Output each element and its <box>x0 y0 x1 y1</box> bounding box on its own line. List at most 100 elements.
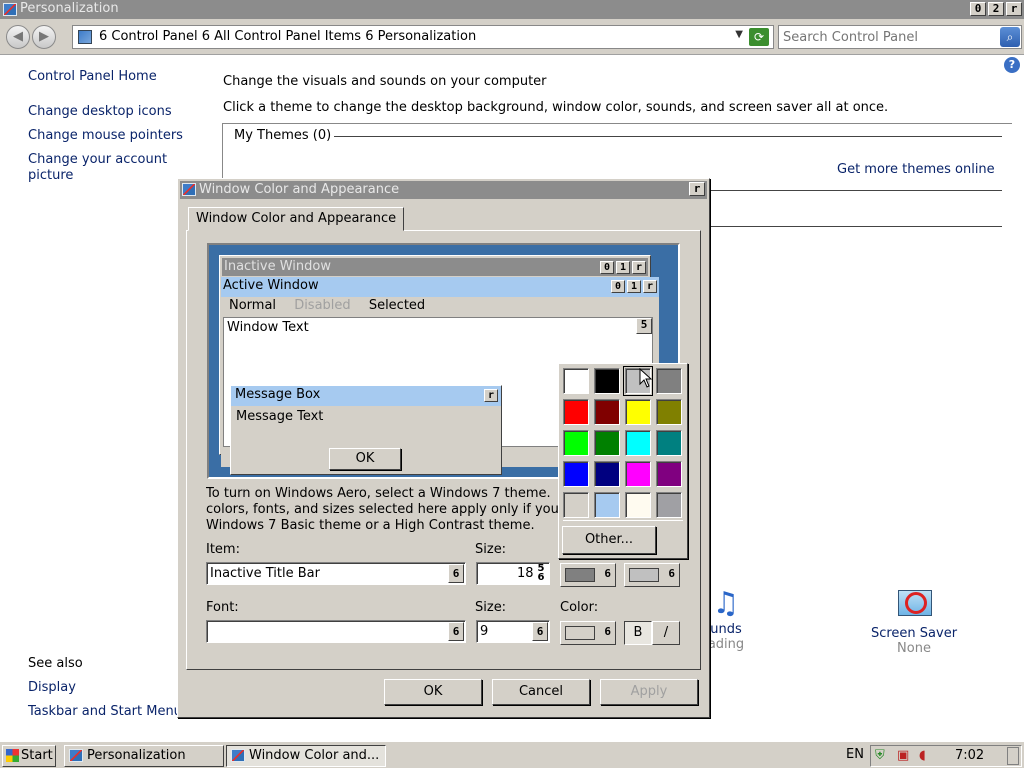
font-color-swatch <box>565 626 595 640</box>
color-swatch[interactable] <box>563 399 589 425</box>
preview-message-box[interactable]: Message Box r Message Text OK <box>230 385 502 475</box>
back-button[interactable]: ◀ <box>6 25 30 49</box>
color-swatch[interactable] <box>656 399 682 425</box>
font-size-select[interactable]: 9 6 <box>476 620 550 643</box>
get-more-themes-link[interactable]: Get more themes online <box>837 162 995 177</box>
preview-menu-disabled[interactable]: Disabled <box>294 298 350 313</box>
color-swatch[interactable] <box>625 492 651 518</box>
color1-button[interactable]: 6 <box>560 563 616 587</box>
my-themes-header: My Themes (0) <box>234 128 338 143</box>
clock[interactable]: 7:02 <box>955 748 984 763</box>
windows-logo-icon <box>6 749 19 762</box>
item-dropdown-icon[interactable]: 6 <box>448 564 464 583</box>
item-size-spinner[interactable]: 18 56 <box>476 562 550 585</box>
color-swatch[interactable] <box>563 430 589 456</box>
taskbar-item-window-color[interactable]: Window Color and... <box>226 745 386 767</box>
preview-inactive-title[interactable]: Inactive Window 0 1 r <box>222 258 648 276</box>
change-account-picture-link-cont[interactable]: picture <box>28 168 73 183</box>
minimize-button[interactable]: 0 <box>970 2 986 16</box>
item-select[interactable]: Inactive Title Bar 6 <box>206 562 466 585</box>
cancel-button[interactable]: Cancel <box>492 679 590 705</box>
preview-close-icon: r <box>643 280 657 293</box>
color2-swatch <box>629 568 659 582</box>
search-box[interactable]: ⌕ <box>778 25 1022 49</box>
preview-ok-button[interactable]: OK <box>329 448 401 470</box>
size-spinner-arrows-icon[interactable]: 56 <box>534 564 548 583</box>
taskbar-start-menu-link[interactable]: Taskbar and Start Menu <box>28 704 182 719</box>
system-tray: ⛨ ▣ ◖ 7:02 <box>870 745 1022 767</box>
change-account-picture-link[interactable]: Change your account <box>28 152 167 167</box>
italic-toggle[interactable]: / <box>652 621 680 645</box>
preview-maximize-icon: 1 <box>616 261 630 274</box>
change-mouse-pointers-link[interactable]: Change mouse pointers <box>28 128 183 143</box>
refresh-icon[interactable]: ⟳ <box>749 28 769 46</box>
color-swatch[interactable] <box>594 399 620 425</box>
see-also-header: See also <box>28 656 83 671</box>
ok-button[interactable]: OK <box>384 679 482 705</box>
font-color-button[interactable]: 6 <box>560 621 616 645</box>
forward-button[interactable]: ▶ <box>32 25 56 49</box>
color-swatch[interactable] <box>594 368 620 394</box>
apply-button[interactable]: Apply <box>600 679 698 705</box>
dialog-close-button[interactable]: r <box>689 182 705 196</box>
color-swatch[interactable] <box>594 430 620 456</box>
preview-active-title[interactable]: Active Window 0 1 r <box>221 277 659 297</box>
change-desktop-icons-link[interactable]: Change desktop icons <box>28 104 172 119</box>
restore-button[interactable]: 2 <box>988 2 1004 16</box>
page-subheading: Click a theme to change the desktop back… <box>223 100 889 115</box>
screen-saver-item[interactable]: Screen Saver None <box>864 586 964 656</box>
volume-icon[interactable]: ◖ <box>919 748 926 763</box>
control-panel-icon <box>78 30 92 44</box>
color-swatch[interactable] <box>656 492 682 518</box>
navigation-bar: ◀ ▶ 6 Control Panel 6 All Control Panel … <box>0 19 1024 55</box>
taskbar-item-personalization[interactable]: Personalization <box>64 745 224 767</box>
color-swatch[interactable] <box>656 368 682 394</box>
preview-scroll-up-icon: 5 <box>636 318 652 334</box>
color-swatch[interactable] <box>594 461 620 487</box>
color-swatch[interactable] <box>563 492 589 518</box>
preview-msgbox-close-icon: r <box>484 389 498 402</box>
font-label: Font: <box>206 600 239 615</box>
preview-menu-selected[interactable]: Selected <box>369 298 425 313</box>
font-color-label: Color: <box>560 600 599 615</box>
address-dropdown-icon[interactable]: ▼ <box>735 29 743 40</box>
breadcrumb[interactable]: 6 Control Panel 6 All Control Panel Item… <box>99 29 476 44</box>
font-dropdown-icon[interactable]: 6 <box>448 622 464 641</box>
language-indicator[interactable]: EN <box>846 747 864 762</box>
color-swatch[interactable] <box>656 430 682 456</box>
screen-saver-label: Screen Saver <box>870 626 958 641</box>
color-swatch[interactable] <box>656 461 682 487</box>
tab-window-color[interactable]: Window Color and Appearance <box>188 207 405 231</box>
preview-minimize-icon: 0 <box>600 261 614 274</box>
network-icon[interactable]: ▣ <box>897 748 909 763</box>
font-color-dropdown-icon: 6 <box>604 625 611 638</box>
dialog-icon <box>182 183 196 196</box>
preview-msgbox-text: Message Text <box>236 409 324 424</box>
close-button[interactable]: r <box>1006 2 1022 16</box>
bold-toggle[interactable]: B <box>624 621 652 645</box>
control-panel-home-link[interactable]: Control Panel Home <box>28 69 157 84</box>
color-swatch[interactable] <box>594 492 620 518</box>
font-size-label: Size: <box>475 600 507 615</box>
preview-menu-normal[interactable]: Normal <box>229 298 276 313</box>
color-swatch[interactable] <box>563 461 589 487</box>
color-swatch[interactable] <box>563 368 589 394</box>
start-button[interactable]: Start <box>2 745 56 767</box>
search-input[interactable] <box>783 28 997 46</box>
action-center-icon[interactable]: ⛨ <box>875 748 885 763</box>
address-bar[interactable]: 6 Control Panel 6 All Control Panel Item… <box>72 25 774 49</box>
color1-swatch <box>565 568 595 582</box>
search-icon[interactable]: ⌕ <box>1000 27 1020 47</box>
display-link[interactable]: Display <box>28 680 76 695</box>
show-desktop-button[interactable] <box>1007 747 1019 765</box>
color2-button[interactable]: 6 <box>624 563 680 587</box>
color-swatch[interactable] <box>625 399 651 425</box>
font-select[interactable]: 6 <box>206 620 466 643</box>
color-swatch[interactable] <box>625 430 651 456</box>
other-color-button[interactable]: Other... <box>562 526 656 554</box>
help-icon[interactable]: ? <box>1004 57 1020 73</box>
preview-msgbox-title[interactable]: Message Box r <box>231 386 501 406</box>
screen-saver-value: None <box>897 641 931 656</box>
color-swatch[interactable] <box>625 461 651 487</box>
font-size-dropdown-icon[interactable]: 6 <box>532 622 548 641</box>
